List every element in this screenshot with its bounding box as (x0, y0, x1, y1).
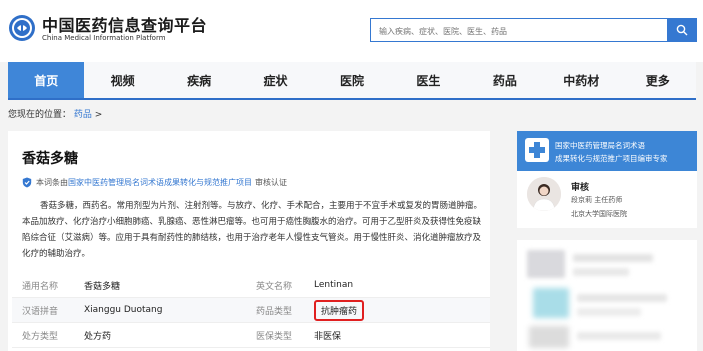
site-name[interactable]: 中国医药信息查询平台 (42, 12, 207, 36)
nav-item-video[interactable]: 视频 (84, 62, 160, 98)
banner-line-2: 成果转化与规范推广项目编审专家 (555, 154, 668, 163)
info-label: 英文名称 (256, 273, 314, 298)
nav-item-disease[interactable]: 疾病 (161, 62, 237, 98)
drug-intro: 香菇多糖，西药名。常用剂型为片剂、注射剂等。与放疗、化疗、手术配合，主要用于不宜… (22, 198, 484, 262)
nav-item-hospital[interactable]: 医院 (314, 62, 390, 98)
info-value: 处方药 (84, 322, 256, 348)
drug-type-highlight[interactable]: 抗肿瘤药 (314, 299, 365, 321)
blurred-text (577, 294, 667, 302)
blurred-text (573, 268, 629, 276)
article-panel: 香菇多糖 本词条由 国家中医药管理局名词术语成果转化与规范推广项目 审核认证 香… (8, 131, 490, 351)
table-row: 通用名称 香菇多糖 英文名称 Lentinan (12, 273, 490, 298)
info-value: 非医保 (314, 322, 490, 348)
nav-item-doctor[interactable]: 医生 (390, 62, 466, 98)
info-label: 药品类型 (256, 297, 314, 323)
verify-org-link[interactable]: 国家中医药管理局名词术语成果转化与规范推广项目 (68, 177, 252, 188)
info-value: Xianggu Duotang (84, 297, 256, 323)
top-bar: 中国医药信息查询平台 China Medical Information Pla… (0, 0, 703, 62)
nav-item-symptom[interactable]: 症状 (237, 62, 313, 98)
site-name-en: China Medical Information Platform (42, 34, 166, 42)
nav-item-more[interactable]: 更多 (620, 62, 696, 98)
info-value: Lentinan (314, 273, 490, 298)
breadcrumb-prefix: 您现在的位置： (8, 110, 72, 120)
drug-info-table: 通用名称 香菇多糖 英文名称 Lentinan 汉语拼音 Xianggu Duo… (12, 273, 490, 348)
search-button[interactable] (667, 18, 697, 42)
blurred-text (577, 332, 661, 340)
reviewer-name[interactable]: 段京莉 主任药师 (571, 195, 622, 205)
info-label: 处方类型 (12, 322, 84, 348)
blurred-image (529, 326, 569, 348)
page-title: 香菇多糖 (22, 151, 78, 167)
nav-item-drug[interactable]: 药品 (467, 62, 543, 98)
reviewer-card: 国家中医药管理局名词术语 成果转化与规范推广项目编审专家 审核 段京莉 主任药师… (517, 131, 697, 228)
info-label: 通用名称 (12, 273, 84, 298)
reviewer-avatar[interactable] (527, 177, 561, 211)
search-icon (676, 24, 688, 36)
search-input[interactable] (371, 20, 667, 43)
verify-prefix: 本词条由 (36, 178, 68, 187)
table-row: 处方类型 处方药 医保类型 非医保 (12, 322, 490, 348)
breadcrumb-link-drug[interactable]: 药品 (74, 110, 92, 120)
sidebar-blurred-panel (517, 240, 697, 351)
verify-suffix: 审核认证 (255, 178, 287, 187)
site-logo-icon[interactable] (8, 14, 36, 42)
banner-line-1: 国家中医药管理局名词术语 (555, 141, 645, 150)
info-value: 香菇多糖 (84, 273, 256, 298)
nav-item-herbs[interactable]: 中药材 (543, 62, 619, 98)
verification-line: 本词条由 国家中医药管理局名词术语成果转化与规范推广项目 审核认证 (22, 177, 287, 188)
reviewer-org: 北京大学国际医院 (571, 210, 627, 218)
blurred-image (533, 288, 569, 318)
medical-cross-icon (525, 138, 549, 162)
info-value-cell: 抗肿瘤药 (314, 297, 490, 323)
nav-item-home[interactable]: 首页 (8, 62, 85, 98)
main-nav: 首页 视频 疾病 症状 医院 医生 药品 中药材 更多 (8, 62, 696, 100)
blurred-text (573, 254, 653, 262)
search-box (370, 18, 667, 43)
blurred-text (577, 308, 641, 316)
reviewer-banner[interactable]: 国家中医药管理局名词术语 成果转化与规范推广项目编审专家 (517, 131, 697, 171)
person-icon (527, 177, 561, 211)
reviewer-title: 审核 (571, 183, 590, 193)
breadcrumb: 您现在的位置： 药品 > (8, 107, 102, 120)
info-label: 汉语拼音 (12, 297, 84, 323)
verified-shield-icon (22, 177, 32, 188)
blurred-image (527, 250, 565, 278)
table-row: 汉语拼音 Xianggu Duotang 药品类型 抗肿瘤药 (12, 297, 490, 323)
breadcrumb-separator: > (94, 110, 103, 120)
drug-intro-text: 香菇多糖，西药名。常用剂型为片剂、注射剂等。与放疗、化疗、手术配合，主要用于不宜… (22, 201, 483, 259)
info-label: 医保类型 (256, 322, 314, 348)
